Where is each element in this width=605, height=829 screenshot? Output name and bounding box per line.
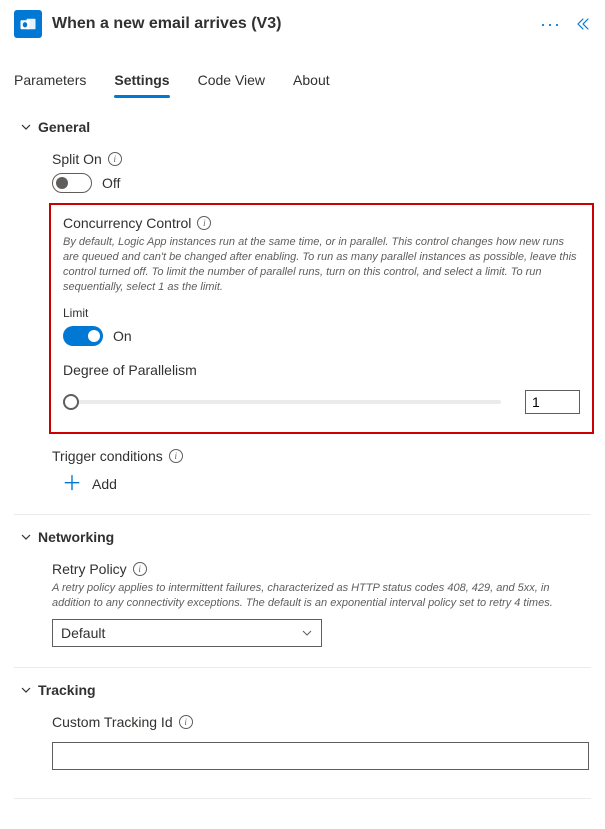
info-icon[interactable]: i [169, 449, 183, 463]
section-tracking-toggle[interactable]: Tracking [14, 680, 591, 700]
tab-about[interactable]: About [293, 66, 330, 98]
chevron-down-icon [20, 121, 32, 133]
info-icon[interactable]: i [133, 562, 147, 576]
parallelism-slider[interactable] [63, 392, 501, 412]
degree-label: Degree of Parallelism [63, 362, 580, 378]
tab-settings[interactable]: Settings [114, 66, 169, 98]
add-trigger-condition-button[interactable]: ＋ Add [62, 474, 591, 494]
section-networking-toggle[interactable]: Networking [14, 527, 591, 547]
spliton-label: Split On [52, 151, 102, 167]
custom-tracking-input[interactable] [52, 742, 589, 770]
more-icon[interactable]: ··· [540, 15, 561, 33]
tab-code-view[interactable]: Code View [198, 66, 265, 98]
section-general-toggle[interactable]: General [14, 117, 591, 137]
limit-toggle[interactable] [63, 326, 103, 346]
info-icon[interactable]: i [108, 152, 122, 166]
section-networking-heading: Networking [38, 529, 114, 545]
concurrency-label: Concurrency Control [63, 215, 191, 231]
concurrency-description: By default, Logic App instances run at t… [63, 235, 580, 294]
retry-policy-label: Retry Policy [52, 561, 127, 577]
spliton-state: Off [102, 175, 120, 191]
tabs: Parameters Settings Code View About [0, 66, 605, 99]
retry-description: A retry policy applies to intermittent f… [52, 581, 591, 611]
section-general-heading: General [38, 119, 90, 135]
section-tracking-heading: Tracking [38, 682, 96, 698]
retry-policy-select[interactable]: Default [52, 619, 322, 647]
tab-parameters[interactable]: Parameters [14, 66, 86, 98]
collapse-icon[interactable] [575, 16, 591, 32]
chevron-down-icon [301, 627, 313, 639]
parallelism-input[interactable] [525, 390, 580, 414]
chevron-down-icon [20, 531, 32, 543]
outlook-icon [14, 10, 42, 38]
spliton-toggle[interactable] [52, 173, 92, 193]
plus-icon: ＋ [62, 474, 82, 494]
limit-state: On [113, 328, 132, 344]
chevron-down-icon [20, 684, 32, 696]
limit-label: Limit [63, 306, 580, 320]
trigger-conditions-label: Trigger conditions [52, 448, 163, 464]
retry-policy-value: Default [61, 625, 105, 641]
info-icon[interactable]: i [179, 715, 193, 729]
concurrency-highlight: Concurrency Control i By default, Logic … [49, 203, 594, 434]
panel-title: When a new email arrives (V3) [52, 15, 540, 33]
custom-tracking-label: Custom Tracking Id [52, 714, 173, 730]
info-icon[interactable]: i [197, 216, 211, 230]
add-label: Add [92, 476, 117, 492]
